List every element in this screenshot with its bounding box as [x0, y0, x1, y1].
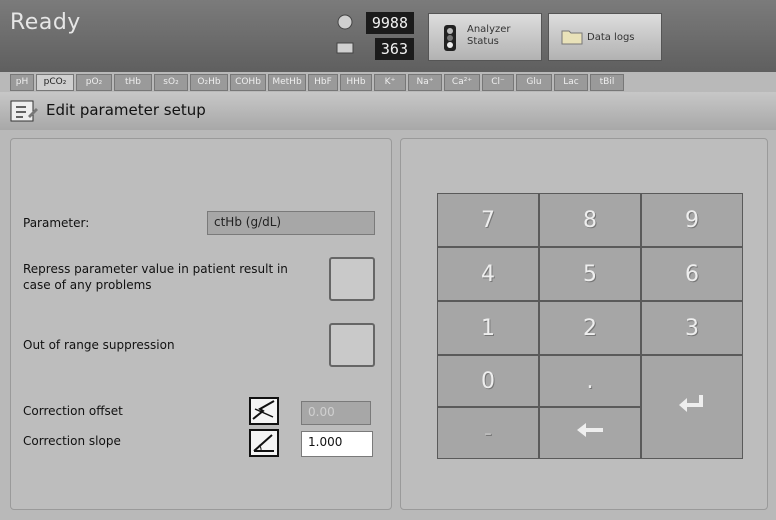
key-decimal[interactable]: . — [539, 355, 641, 407]
tab-ph[interactable]: pH — [10, 74, 34, 91]
key-5[interactable]: 5 — [539, 247, 641, 301]
back-arrow-icon — [573, 420, 607, 446]
enter-arrow-icon — [675, 391, 709, 423]
parameter-field[interactable]: ctHb (g/dL) — [207, 211, 375, 235]
data-logs-button[interactable]: Data logs — [548, 13, 662, 61]
enter-key[interactable] — [641, 355, 743, 459]
correction-slope-icon — [249, 429, 279, 457]
out-of-range-checkbox[interactable] — [329, 323, 375, 367]
repress-checkbox[interactable] — [329, 257, 375, 301]
traffic-light-icon — [443, 24, 457, 56]
edit-setup-icon — [10, 98, 38, 128]
out-of-range-label: Out of range suppression — [23, 338, 175, 352]
tab-k[interactable]: K⁺ — [374, 74, 406, 91]
counter-bottom: 363 — [336, 38, 414, 60]
settings-panel: Parameter: ctHb (g/dL) Repress parameter… — [10, 138, 392, 510]
keypad-panel: 7 8 9 4 5 6 1 2 3 0 . - — [400, 138, 768, 510]
top-status-bar: Ready 9988 363 Analyzer Status Data logs — [0, 0, 776, 72]
tab-methb[interactable]: MetHb — [268, 74, 306, 91]
key-1[interactable]: 1 — [437, 301, 539, 355]
key-minus[interactable]: - — [437, 407, 539, 459]
tab-hbf[interactable]: HbF — [308, 74, 338, 91]
key-8[interactable]: 8 — [539, 193, 641, 247]
tab-ca[interactable]: Ca²⁺ — [444, 74, 480, 91]
correction-slope-input[interactable]: 1.000 — [301, 431, 373, 457]
tab-pco2[interactable]: pCO₂ — [36, 74, 74, 91]
tab-o2hb[interactable]: O₂Hb — [190, 74, 228, 91]
status-text: Ready — [10, 10, 81, 35]
tab-cl[interactable]: Cl⁻ — [482, 74, 514, 91]
key-4[interactable]: 4 — [437, 247, 539, 301]
key-3[interactable]: 3 — [641, 301, 743, 355]
tab-na[interactable]: Na⁺ — [408, 74, 442, 91]
counter-top-value: 9988 — [365, 12, 414, 34]
analyzer-status-label: Analyzer Status — [467, 24, 511, 47]
analyzer-status-button[interactable]: Analyzer Status — [428, 13, 542, 61]
counter-bottom-value: 363 — [374, 38, 414, 60]
backspace-key[interactable] — [539, 407, 641, 459]
key-2[interactable]: 2 — [539, 301, 641, 355]
repress-label: Repress parameter value in patient resul… — [23, 262, 288, 292]
parameter-label: Parameter: — [23, 216, 90, 230]
tab-tbil[interactable]: tBil — [590, 74, 624, 91]
tab-glu[interactable]: Glu — [516, 74, 552, 91]
folder-icon — [561, 27, 583, 49]
correction-offset-label: Correction offset — [23, 404, 123, 418]
page-title: Edit parameter setup — [46, 101, 206, 119]
page-header: Edit parameter setup — [0, 92, 776, 130]
cartridge-icon — [336, 40, 354, 56]
tab-lac[interactable]: Lac — [554, 74, 588, 91]
tab-thb[interactable]: tHb — [114, 74, 152, 91]
key-7[interactable]: 7 — [437, 193, 539, 247]
key-9[interactable]: 9 — [641, 193, 743, 247]
counter-top: 9988 — [336, 12, 414, 34]
data-logs-label: Data logs — [587, 32, 635, 43]
correction-offset-icon — [249, 397, 279, 425]
tab-so2[interactable]: sO₂ — [154, 74, 188, 91]
tab-hhb[interactable]: HHb — [340, 74, 372, 91]
correction-slope-label: Correction slope — [23, 434, 121, 448]
tab-cohb[interactable]: COHb — [230, 74, 266, 91]
tab-po2[interactable]: pO₂ — [76, 74, 112, 91]
sample-icon — [336, 14, 354, 30]
correction-offset-input[interactable]: 0.00 — [301, 401, 371, 425]
key-0[interactable]: 0 — [437, 355, 539, 407]
key-6[interactable]: 6 — [641, 247, 743, 301]
